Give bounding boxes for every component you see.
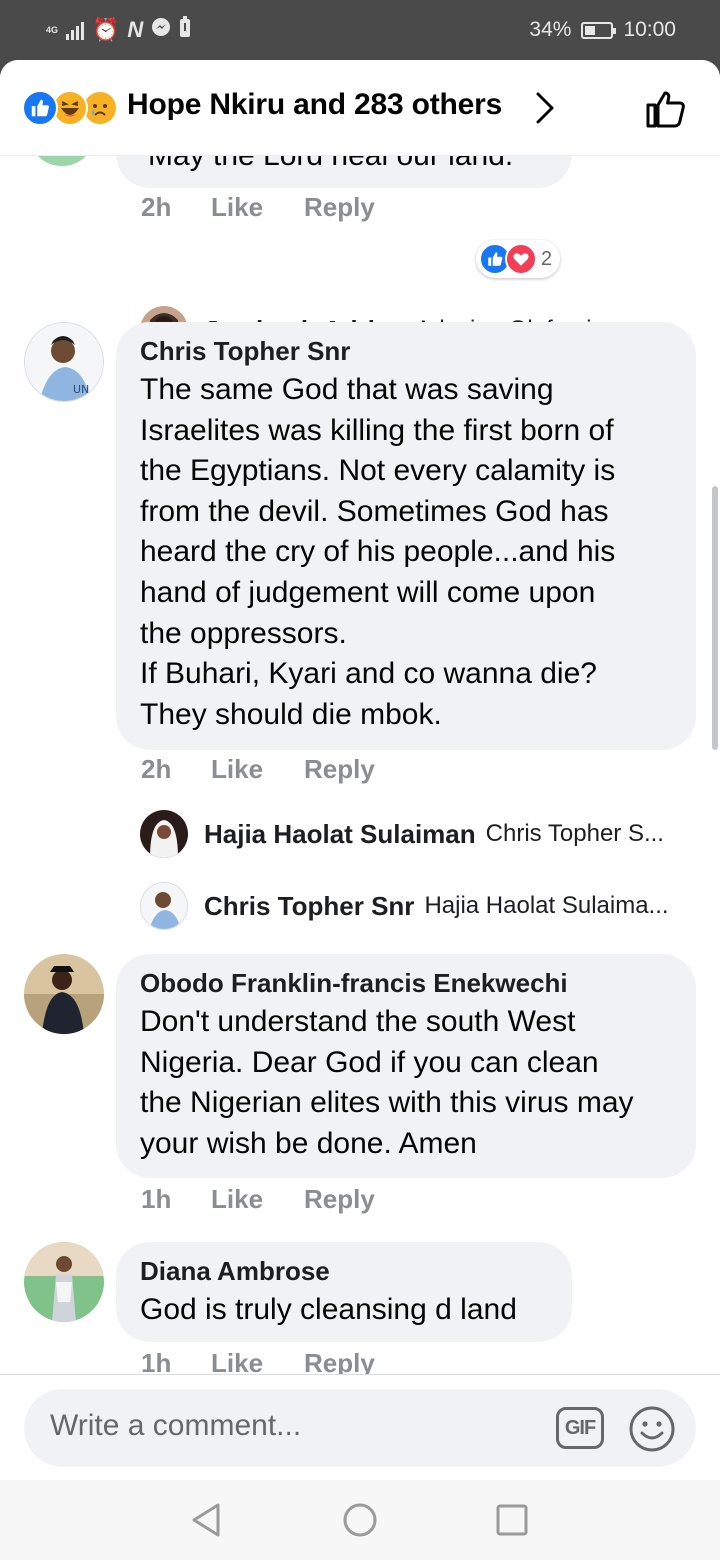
battery-saver-icon — [179, 16, 191, 44]
battery-icon — [581, 21, 617, 39]
comment-time: 2h — [141, 192, 172, 222]
reaction-count-number: 2 — [541, 247, 553, 270]
back-icon[interactable] — [190, 1502, 224, 1543]
comment-bubble[interactable]: Chris Topher Snr The same God that was s… — [116, 322, 696, 750]
gif-button[interactable]: GIF — [556, 1407, 604, 1449]
comment-author[interactable]: Diana Ambrose — [140, 1256, 548, 1287]
like-outline-icon[interactable] — [644, 86, 688, 135]
comment-time: 1h — [141, 1348, 172, 1374]
comment-actions: 1h Like Reply — [141, 1184, 375, 1215]
comment-time: 1h — [141, 1184, 172, 1214]
comment-text: God is truly cleansing d land — [140, 1293, 517, 1326]
reactions-header[interactable]: Hope Nkiru and 283 others — [0, 60, 720, 156]
avatar — [140, 882, 188, 930]
reaction-count[interactable]: 2 — [476, 240, 561, 278]
like-reaction-icon — [22, 90, 58, 126]
like-button[interactable]: Like — [211, 1184, 304, 1215]
reaction-icons[interactable] — [22, 90, 122, 126]
signal-icon — [66, 20, 84, 40]
messenger-icon — [151, 17, 171, 43]
like-button[interactable]: Like — [211, 192, 304, 223]
comment-text: The same God that was saving Israelites … — [140, 373, 616, 731]
alarm-icon: ⏰ — [92, 17, 120, 42]
status-left: 4G ⏰ N — [46, 16, 191, 44]
battery-percent: 34% — [529, 18, 572, 41]
reply-preview[interactable]: Chris Topher Snr Hajia Haolat Sulaima... — [140, 882, 700, 930]
reply-text: Hajia Haolat Sulaima... — [424, 892, 669, 919]
comment-list[interactable]: May the Lord heal our land. 2h Like Repl… — [0, 156, 720, 1374]
reply-preview[interactable]: Hajia Haolat Sulaiman Chris Topher S... — [140, 810, 700, 858]
reactions-summary[interactable]: Hope Nkiru and 283 others — [127, 88, 502, 122]
comment-input[interactable]: Write a comment... GIF — [24, 1389, 696, 1467]
comment-author[interactable]: Obodo Franklin-francis Enekwechi — [140, 968, 672, 999]
avatar[interactable]: UN — [24, 322, 104, 402]
reply-author[interactable]: Hajia Haolat Sulaiman — [204, 819, 476, 850]
comment-time: 2h — [141, 754, 172, 784]
nfc-icon: N — [127, 17, 144, 42]
comment-bubble[interactable]: Diana Ambrose God is truly cleansing d l… — [116, 1242, 572, 1342]
status-right: 34% 10:00 — [529, 18, 676, 42]
comment-author[interactable]: Chris Topher Snr — [140, 336, 672, 367]
comment-actions: 2h Like Reply — [141, 754, 375, 785]
comment-text: May the Lord heal our land. — [148, 156, 513, 177]
svg-text:UN: UN — [73, 383, 89, 396]
avatar[interactable] — [24, 1242, 104, 1322]
comment-bubble[interactable]: May the Lord heal our land. — [116, 156, 572, 188]
reply-button[interactable]: Reply — [304, 1184, 375, 1215]
network-type: 4G — [46, 24, 59, 35]
comment-composer: Write a comment... GIF — [0, 1374, 720, 1480]
avatar[interactable] — [24, 954, 104, 1034]
like-button[interactable]: Like — [211, 754, 304, 785]
recents-icon[interactable] — [496, 1504, 528, 1541]
clock: 10:00 — [623, 18, 676, 41]
comment-placeholder: Write a comment... — [50, 1409, 302, 1442]
reply-button[interactable]: Reply — [304, 754, 375, 785]
reply-button[interactable]: Reply — [304, 1348, 375, 1374]
love-reaction-icon — [505, 243, 537, 275]
comment-actions: 2h Like Reply — [141, 192, 375, 223]
reply-button[interactable]: Reply — [304, 192, 375, 223]
avatar — [140, 810, 188, 858]
emoji-icon[interactable] — [628, 1405, 676, 1458]
comment-actions: 1h Like Reply — [141, 1348, 375, 1374]
system-nav-bar — [0, 1480, 720, 1560]
status-bar: 4G ⏰ N 34% 10:00 — [0, 0, 720, 60]
home-icon[interactable] — [342, 1502, 378, 1543]
comment-text: Don't understand the south West Nigeria.… — [140, 1005, 634, 1160]
chevron-right-icon[interactable] — [534, 90, 558, 131]
comment-bubble[interactable]: Obodo Franklin-francis Enekwechi Don't u… — [116, 954, 696, 1178]
like-button[interactable]: Like — [211, 1348, 304, 1374]
scrollbar[interactable] — [712, 486, 718, 750]
comments-sheet: Hope Nkiru and 283 others May the Lord h… — [0, 60, 720, 1560]
avatar[interactable] — [32, 156, 92, 166]
reply-author[interactable]: Chris Topher Snr — [204, 891, 414, 922]
reply-text: Chris Topher S... — [485, 820, 664, 847]
